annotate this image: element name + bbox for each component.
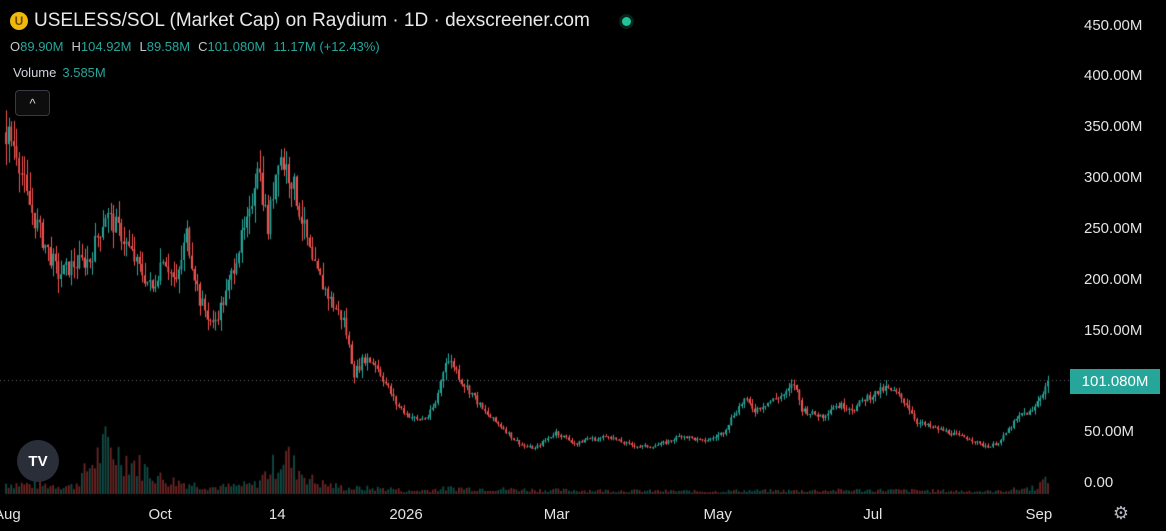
coin-logo-icon: U [10,12,28,30]
chart-header: U USELESS/SOL (Market Cap) on Raydium · … [10,10,631,32]
volume-label: Volume [13,65,57,80]
ohlc-close: C101.080M [198,39,266,54]
live-status-dot-icon [621,16,631,26]
y-tick-label: 250.00M [1084,219,1143,237]
x-tick-label: 2026 [389,506,423,523]
ohlc-change: 11.17M (+12.43%) [273,39,380,54]
ohlc-open: O89.90M [10,39,64,54]
x-tick-label: Sep [1025,506,1053,523]
settings-gear-icon[interactable]: ⚙ [1110,502,1132,524]
y-tick-label: 150.00M [1084,321,1143,339]
ohlc-legend: O89.90M H104.92M L89.58M C101.080M 11.17… [10,39,380,54]
volume-value: 3.585M [62,65,106,80]
y-tick-label: 200.00M [1084,270,1143,288]
y-tick-label: 450.00M [1084,16,1143,34]
x-tick-label: May [703,506,732,523]
ohlc-low: L89.58M [139,39,191,54]
collapse-legend-button[interactable]: ^ [15,90,50,116]
y-tick-label: 50.00M [1084,423,1135,441]
x-tick-label: 14 [268,506,286,523]
price-chart-canvas[interactable] [0,0,1166,531]
y-tick-label: 300.00M [1084,169,1143,187]
chart-title: USELESS/SOL (Market Cap) on Raydium · 1D… [34,10,590,31]
x-tick-label: Oct [148,506,172,523]
current-price-tag: 101.080M [1070,369,1160,394]
tradingview-logo-icon[interactable]: TV [17,440,59,482]
ohlc-high: H104.92M [71,39,132,54]
x-tick-label: Aug [0,506,21,523]
y-tick-label: 0.00 [1084,474,1114,491]
x-tick-label: Mar [543,506,570,523]
chevron-up-icon: ^ [29,95,36,111]
y-tick-label: 350.00M [1084,118,1143,136]
x-tick-label: Jul [863,506,883,523]
volume-legend: Volume 3.585M [13,65,106,80]
y-tick-label: 400.00M [1084,67,1143,85]
